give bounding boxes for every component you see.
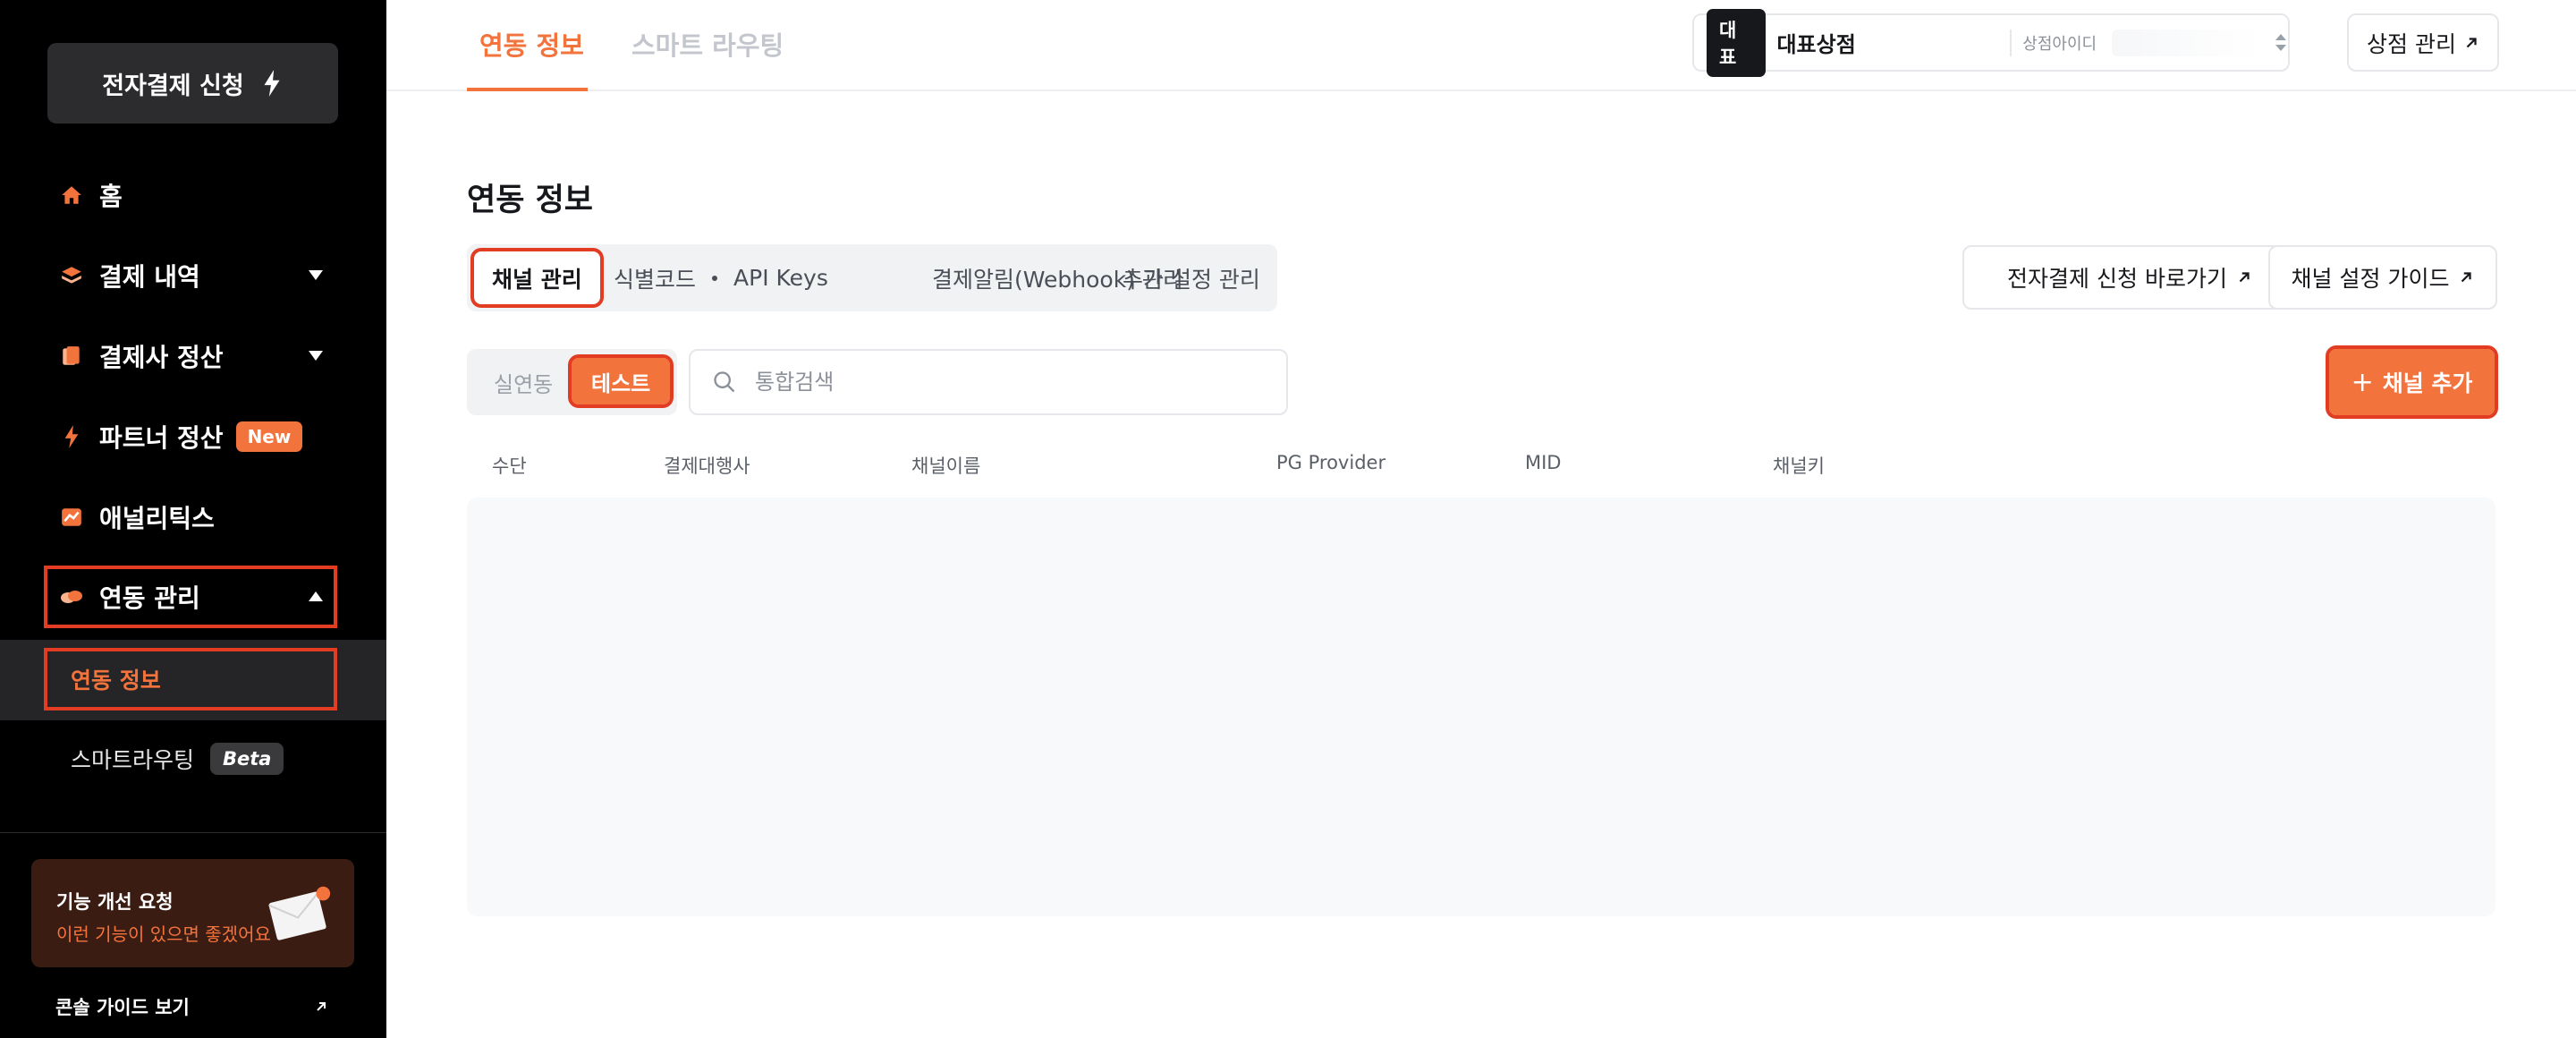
sidebar-item-label: 애널리틱스 bbox=[99, 504, 215, 533]
sidebar-item-pg-settlement[interactable]: 결제사 정산 bbox=[47, 328, 334, 384]
sidebar-subitem-label: 스마트라우팅 bbox=[71, 747, 195, 773]
tab-label: 식별코드 bbox=[614, 266, 697, 293]
apply-payment-button[interactable]: 전자결제 신청 bbox=[47, 43, 338, 123]
tab-label: 추가 설정 관리 bbox=[1123, 266, 1260, 293]
tab-channel-management[interactable]: 채널 관리 bbox=[470, 248, 604, 308]
store-id-value bbox=[2111, 29, 2264, 56]
beta-badge: Beta bbox=[210, 743, 284, 775]
sidebar-subitem-smart-routing[interactable]: 스마트라우팅 Beta bbox=[47, 731, 334, 787]
sidebar-item-integration[interactable]: 연동 관리 bbox=[44, 566, 337, 628]
sidebar-item-label: 결제 내역 bbox=[99, 262, 200, 292]
column-header: 채널이름 bbox=[911, 455, 981, 477]
tab-integration-info[interactable]: 연동 정보 bbox=[479, 25, 584, 63]
sidebar: 전자결제 신청 홈 결제 내역 결제사 정산 파트너 정산 New 애널리틱스 … bbox=[0, 0, 386, 1038]
analytics-icon bbox=[58, 504, 85, 531]
chevron-down-icon bbox=[309, 351, 323, 361]
top-bar: 연동 정보 스마트 라우팅 대표 대표상점 상점아이디 상점 관리 bbox=[386, 0, 2576, 91]
page-title: 연동 정보 bbox=[467, 183, 593, 218]
column-header: 채널키 bbox=[1773, 455, 1825, 477]
apply-payment-label: 전자결제 신청 bbox=[102, 72, 244, 100]
sidebar-item-home[interactable]: 홈 bbox=[47, 167, 334, 223]
channel-guide-button[interactable]: 채널 설정 가이드 bbox=[2268, 245, 2497, 310]
store-id-label: 상점아이디 bbox=[2022, 34, 2097, 54]
separator-dot bbox=[712, 275, 718, 281]
apply-shortcut-label: 전자결제 신청 바로가기 bbox=[2007, 266, 2227, 292]
link-icon bbox=[58, 583, 85, 610]
home-icon bbox=[58, 182, 85, 208]
tab-identifier-api-keys[interactable]: 식별코드 API Keys bbox=[614, 244, 828, 311]
search-input[interactable] bbox=[755, 370, 1256, 395]
chevron-down-icon bbox=[309, 270, 323, 280]
store-selector[interactable]: 대표 대표상점 상점아이디 bbox=[1692, 8, 2290, 77]
channel-table-body bbox=[467, 498, 2496, 916]
add-channel-button[interactable]: + 채널 추가 bbox=[2326, 345, 2498, 419]
env-test-option[interactable]: 테스트 bbox=[567, 354, 674, 408]
plus-icon: + bbox=[2351, 366, 2374, 398]
lightning-icon bbox=[58, 423, 85, 450]
add-channel-label: 채널 추가 bbox=[2382, 370, 2473, 396]
channel-table-header: 수단 결제대행사 채널이름 PG Provider MID 채널키 bbox=[467, 447, 2496, 485]
sidebar-item-partner-settlement[interactable]: 파트너 정산 New bbox=[47, 409, 334, 464]
document-icon bbox=[58, 343, 85, 370]
sidebar-subitem-label: 연동 정보 bbox=[71, 668, 161, 693]
console-guide-link[interactable]: 콘솔 가이드 보기 bbox=[55, 993, 328, 1020]
chevron-up-icon bbox=[309, 591, 323, 601]
arrow-up-right-icon bbox=[2462, 272, 2472, 283]
column-header: 수단 bbox=[492, 455, 527, 477]
new-badge: New bbox=[235, 421, 303, 452]
tab-label: API Keys bbox=[733, 265, 828, 291]
arrow-up-right-icon bbox=[2239, 272, 2250, 283]
layers-icon bbox=[58, 262, 85, 289]
sidebar-item-label: 파트너 정산 bbox=[99, 423, 224, 453]
arrow-up-right-icon bbox=[317, 1002, 326, 1011]
sidebar-item-label: 연동 관리 bbox=[99, 583, 200, 613]
feature-request-title: 기능 개선 요청 bbox=[56, 891, 174, 913]
search-box bbox=[689, 349, 1288, 415]
store-name: 대표상점 bbox=[1776, 32, 1856, 57]
search-icon bbox=[714, 371, 735, 393]
sidebar-item-payment-history[interactable]: 결제 내역 bbox=[47, 248, 334, 303]
tab-smart-routing[interactable]: 스마트 라우팅 bbox=[631, 25, 784, 63]
sidebar-item-label: 결제사 정산 bbox=[99, 343, 224, 372]
store-manage-label: 상점 관리 bbox=[2367, 30, 2456, 57]
sidebar-item-label: 홈 bbox=[99, 182, 123, 211]
sidebar-item-analytics[interactable]: 애널리틱스 bbox=[47, 489, 334, 545]
console-guide-label: 콘솔 가이드 보기 bbox=[55, 997, 190, 1018]
feature-request-subtitle: 이런 기능이 있으면 좋겠어요 bbox=[56, 923, 271, 945]
tab-label: 채널 관리 bbox=[492, 266, 582, 293]
sidebar-subitem-integration-info[interactable]: 연동 정보 bbox=[44, 648, 337, 710]
store-divider bbox=[2010, 29, 2012, 56]
integration-subtabs: 채널 관리 식별코드 API Keys 결제알림(Webhook) 관리 추가 … bbox=[467, 244, 1661, 311]
main-content: 연동 정보 스마트 라우팅 대표 대표상점 상점아이디 상점 관리 연동 정보 bbox=[386, 0, 2576, 1038]
column-header: 결제대행사 bbox=[664, 455, 750, 477]
sidebar-divider bbox=[0, 832, 386, 833]
envelope-icon bbox=[268, 886, 331, 940]
console-app: 전자결제 신청 홈 결제 내역 결제사 정산 파트너 정산 New 애널리틱스 … bbox=[0, 0, 2576, 1038]
arrow-up-right-icon bbox=[2466, 37, 2477, 47]
active-tab-indicator bbox=[467, 88, 588, 91]
store-type-badge: 대표 bbox=[1707, 8, 1767, 77]
tab-additional-settings[interactable]: 추가 설정 관리 bbox=[1123, 244, 1260, 311]
apply-shortcut-button[interactable]: 전자결제 신청 바로가기 bbox=[1962, 245, 2297, 310]
chevron-updown-icon bbox=[2274, 34, 2288, 51]
feature-request-card[interactable]: 기능 개선 요청 이런 기능이 있으면 좋겠어요 bbox=[31, 859, 354, 967]
column-header: MID bbox=[1525, 452, 1562, 473]
column-header: PG Provider bbox=[1276, 452, 1386, 473]
environment-toggle: 실연동 테스트 bbox=[467, 349, 677, 415]
env-live-option[interactable]: 실연동 bbox=[494, 349, 553, 415]
channel-guide-label: 채널 설정 가이드 bbox=[2291, 266, 2450, 292]
lightning-icon bbox=[264, 70, 280, 97]
store-manage-button[interactable]: 상점 관리 bbox=[2347, 13, 2499, 72]
